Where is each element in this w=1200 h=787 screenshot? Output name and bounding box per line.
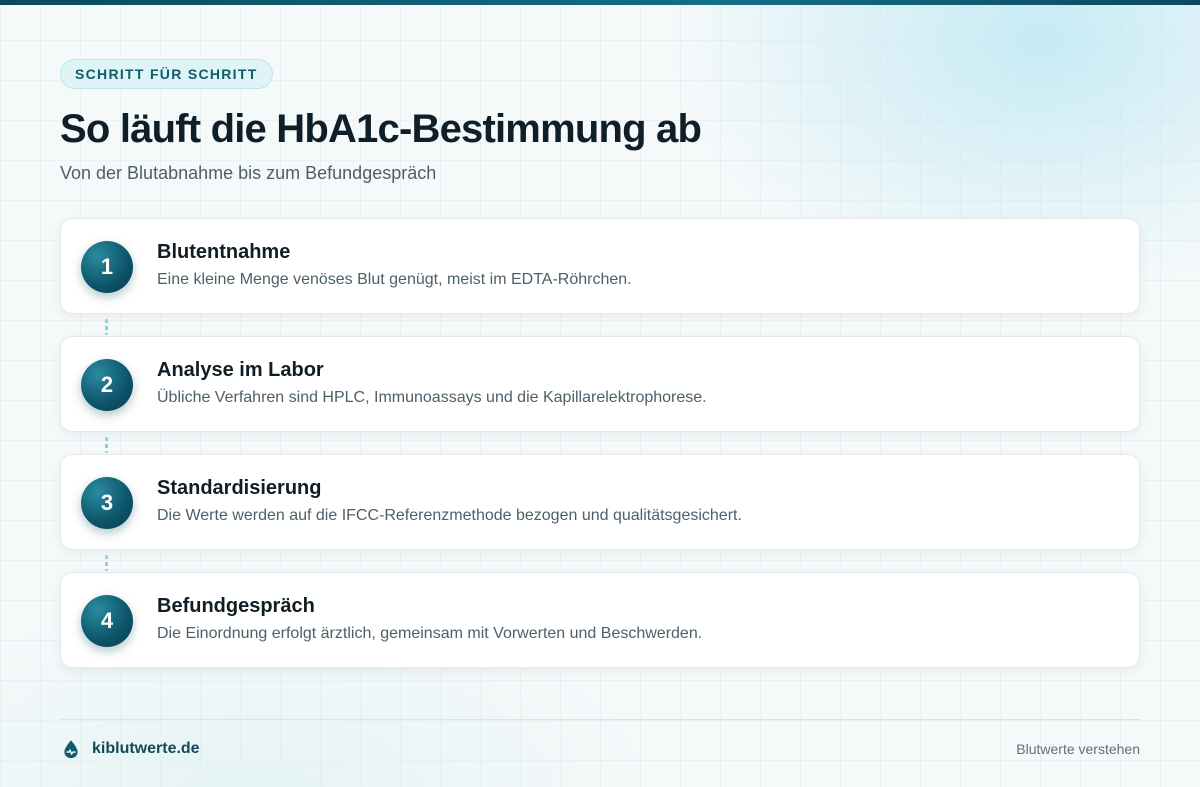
page-title: So läuft die HbA1c-Bestimmung ab [60,107,702,151]
footer-divider [60,719,1140,720]
step-description: Eine kleine Menge venöses Blut genügt, m… [157,271,632,288]
step-number-badge: 1 [81,241,133,293]
step-title: Blutentnahme [157,241,291,263]
steps-list: 1 Blutentnahme Eine kleine Menge venöses… [60,218,1140,668]
step-number-badge: 2 [81,359,133,411]
step-description: Die Werte werden auf die IFCC-Referenzme… [157,507,742,524]
footer-tagline: Blutwerte verstehen [1016,741,1140,757]
brand[interactable]: kiblutwerte.de [60,738,200,760]
section-badge: SCHRITT FÜR SCHRITT [60,59,273,89]
step-title: Analyse im Labor [157,359,324,381]
step-description: Die Einordnung erfolgt ärztlich, gemeins… [157,625,703,642]
page-subtitle: Von der Blutabnahme bis zum Befundgesprä… [60,163,437,183]
step-number-badge: 4 [81,595,133,647]
step-card-4: 4 Befundgespräch Die Einordnung erfolgt … [60,572,1140,668]
step-description: Übliche Verfahren sind HPLC, Immunoassay… [157,389,707,406]
step-connector [105,319,108,335]
step-card-1: 1 Blutentnahme Eine kleine Menge venöses… [60,218,1140,335]
step-card-3: 3 Standardisierung Die Werte werden auf … [60,454,1140,571]
step-number-badge: 3 [81,477,133,529]
footer: kiblutwerte.de Blutwerte verstehen [60,737,1140,761]
step-connector [105,437,108,453]
step-card-2: 2 Analyse im Labor Übliche Verfahren sin… [60,336,1140,453]
step-connector [105,555,108,571]
step-title: Standardisierung [157,477,322,499]
blood-drop-icon [60,738,82,760]
step-title: Befundgespräch [157,595,315,617]
brand-name: kiblutwerte.de [92,740,200,757]
top-accent-bar [0,0,1200,5]
